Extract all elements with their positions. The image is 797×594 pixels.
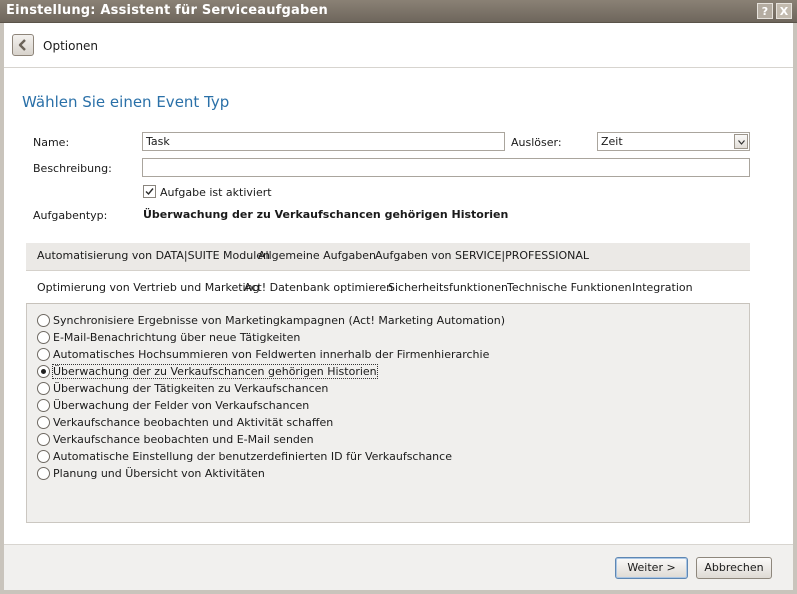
event-option-label[interactable]: Automatische Einstellung der benutzerdef… <box>53 450 452 463</box>
category-tabs: Automatisierung von DATA|SUITE Modulen A… <box>26 243 750 271</box>
event-option-label[interactable]: Überwachung der Tätigkeiten zu Verkaufsc… <box>53 382 328 395</box>
name-label: Name: <box>33 136 70 149</box>
chevron-down-icon <box>738 140 745 145</box>
checkmark-icon <box>145 188 154 196</box>
radio-button-selected[interactable] <box>37 365 50 378</box>
trigger-label: Auslöser: <box>511 136 562 149</box>
name-input[interactable]: Task <box>142 132 505 151</box>
dropdown-arrow[interactable] <box>734 134 748 149</box>
radio-button[interactable] <box>37 382 50 395</box>
event-option-label[interactable]: Überwachung der Felder von Verkaufschanc… <box>53 399 309 412</box>
tab-integration[interactable]: Integration <box>632 281 693 294</box>
radio-button[interactable] <box>37 433 50 446</box>
next-button[interactable]: Weiter > <box>615 557 688 579</box>
event-type-list: Synchronisiere Ergebnisse von Marketingk… <box>26 304 750 523</box>
radio-button[interactable] <box>37 331 50 344</box>
window-title: Einstellung: Assistent für Serviceaufgab… <box>6 3 328 18</box>
radio-button[interactable] <box>37 467 50 480</box>
event-option-label[interactable]: Verkaufschance beobachten und E-Mail sen… <box>53 433 314 446</box>
description-label: Beschreibung: <box>33 162 112 175</box>
dialog-content: Optionen Wählen Sie einen Event Typ Name… <box>4 23 793 590</box>
active-checkbox[interactable] <box>143 185 156 198</box>
chevron-left-icon <box>18 39 26 51</box>
tab-sicherheitsfunktionen[interactable]: Sicherheitsfunktionen <box>388 281 508 294</box>
event-option-label[interactable]: Überwachung der zu Verkaufschancen gehör… <box>52 364 378 379</box>
tab-allgemeine-aufgaben[interactable]: Allgemeine Aufgaben <box>258 249 376 262</box>
description-input[interactable] <box>142 158 750 177</box>
cancel-button[interactable]: Abbrechen <box>696 557 772 579</box>
tab-service-professional[interactable]: Aufgaben von SERVICE|PROFESSIONAL <box>375 249 589 262</box>
radio-button[interactable] <box>37 399 50 412</box>
navigation-bar: Optionen <box>4 23 793 68</box>
title-bar[interactable]: Einstellung: Assistent für Serviceaufgab… <box>0 0 797 23</box>
radio-button[interactable] <box>37 348 50 361</box>
event-option-label[interactable]: Synchronisiere Ergebnisse von Marketingk… <box>53 314 505 327</box>
tab-technische-funktionen[interactable]: Technische Funktionen <box>507 281 632 294</box>
page-title: Wählen Sie einen Event Typ <box>22 93 230 111</box>
dialog-window: Einstellung: Assistent für Serviceaufgab… <box>0 0 797 594</box>
subcategory-tabs: Optimierung von Vertrieb und Marketing A… <box>26 271 750 304</box>
trigger-selected-value: Zeit <box>601 135 623 148</box>
help-button[interactable]: ? <box>757 3 773 19</box>
event-option-label[interactable]: Planung und Übersicht von Aktivitäten <box>53 467 265 480</box>
back-button[interactable] <box>12 34 34 56</box>
event-option-label[interactable]: Automatisches Hochsummieren von Feldwert… <box>53 348 489 361</box>
close-button[interactable]: X <box>776 3 792 19</box>
tab-datenbank-optimieren[interactable]: Act! Datenbank optimieren <box>244 281 393 294</box>
tab-vertrieb-marketing[interactable]: Optimierung von Vertrieb und Marketing <box>37 281 260 294</box>
trigger-select[interactable]: Zeit <box>597 132 750 151</box>
back-label[interactable]: Optionen <box>43 39 98 53</box>
radio-button[interactable] <box>37 416 50 429</box>
tasktype-value: Überwachung der zu Verkaufschancen gehör… <box>143 208 509 221</box>
tab-data-suite[interactable]: Automatisierung von DATA|SUITE Modulen <box>37 249 270 262</box>
tasktype-label: Aufgabentyp: <box>33 209 108 222</box>
active-checkbox-label[interactable]: Aufgabe ist aktiviert <box>160 186 272 199</box>
dialog-footer: Weiter > Abbrechen <box>4 545 793 590</box>
radio-button[interactable] <box>37 314 50 327</box>
event-option-label[interactable]: E-Mail-Benachrichtung über neue Tätigkei… <box>53 331 300 344</box>
event-option-label[interactable]: Verkaufschance beobachten und Aktivität … <box>53 416 333 429</box>
radio-button[interactable] <box>37 450 50 463</box>
